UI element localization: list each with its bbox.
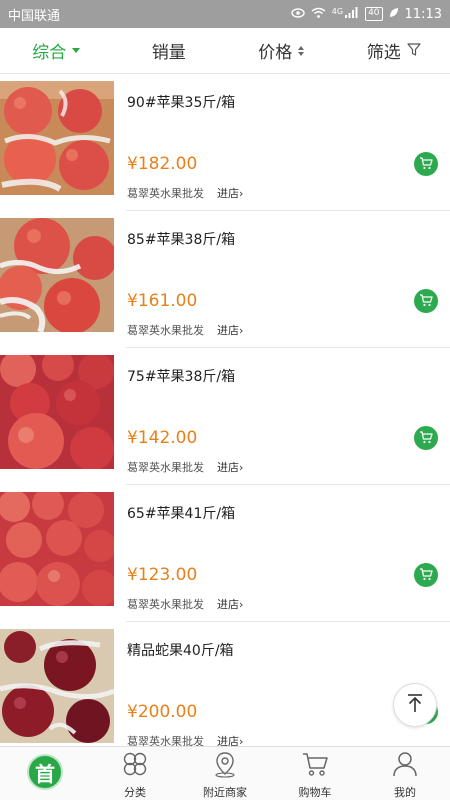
- network-type: 4G: [331, 6, 344, 16]
- nav-nearby-merchants[interactable]: 附近商家: [180, 747, 270, 800]
- product-title[interactable]: 精品蛇果40斤/箱: [127, 640, 234, 660]
- product-item[interactable]: 精品蛇果40斤/箱 ¥200.00 葛翠英水果批发 进店›: [0, 622, 450, 746]
- product-image-apple[interactable]: [0, 492, 114, 606]
- add-to-cart-button[interactable]: [414, 563, 438, 587]
- nav-mine[interactable]: 我的: [360, 747, 450, 800]
- tab-comprehensive[interactable]: 综合: [0, 38, 113, 63]
- nav-cart-label: 购物车: [298, 786, 332, 799]
- enter-shop-link[interactable]: 进店›: [217, 185, 243, 201]
- enter-shop-label: 进店: [217, 461, 239, 474]
- location-pin-icon: [211, 750, 239, 782]
- shop-name: 葛翠英水果批发: [127, 187, 204, 200]
- enter-shop-link[interactable]: 进店›: [217, 322, 243, 338]
- nav-home[interactable]: 首: [0, 747, 90, 800]
- wifi-icon: [311, 7, 326, 21]
- product-price: ¥200.00: [127, 702, 198, 722]
- chevron-right-icon: ›: [239, 324, 244, 337]
- product-title[interactable]: 75#苹果38斤/箱: [127, 366, 235, 386]
- clock: 11:13: [404, 6, 442, 22]
- tab-price-label: 价格: [258, 43, 293, 63]
- shop-name: 葛翠英水果批发: [127, 598, 204, 611]
- eye-icon: [291, 7, 305, 21]
- chevron-right-icon: ›: [239, 187, 244, 200]
- product-title[interactable]: 90#苹果35斤/箱: [127, 92, 235, 112]
- product-item[interactable]: 65#苹果41斤/箱 ¥123.00 葛翠英水果批发 进店›: [0, 485, 450, 622]
- enter-shop-label: 进店: [217, 324, 239, 337]
- sort-arrows-icon: [298, 45, 305, 56]
- product-item[interactable]: 90#苹果35斤/箱 ¥182.00 葛翠英水果批发 进店›: [0, 74, 450, 211]
- chevron-right-icon: ›: [239, 461, 244, 474]
- cart-icon: [419, 292, 433, 311]
- add-to-cart-button[interactable]: [414, 426, 438, 450]
- bottom-nav: 首 分类 附近商家 购物车 我的: [0, 746, 450, 800]
- chevron-right-icon: ›: [239, 735, 244, 746]
- product-image-apple[interactable]: [0, 355, 114, 469]
- product-image-red-delicious[interactable]: [0, 629, 114, 743]
- tab-filter[interactable]: 筛选: [338, 38, 450, 63]
- product-price: ¥182.00: [127, 154, 198, 174]
- shop-name: 葛翠英水果批发: [127, 461, 204, 474]
- product-title[interactable]: 65#苹果41斤/箱: [127, 503, 235, 523]
- nav-mine-label: 我的: [394, 786, 416, 799]
- cart-icon: [419, 429, 433, 448]
- status-bar: 中国联通 4G 40 11:13: [0, 0, 450, 28]
- product-title[interactable]: 85#苹果38斤/箱: [127, 229, 235, 249]
- product-price: ¥123.00: [127, 565, 198, 585]
- nav-category-label: 分类: [124, 786, 146, 799]
- cart-icon: [419, 155, 433, 174]
- tab-filter-label: 筛选: [366, 43, 401, 63]
- enter-shop-label: 进店: [217, 735, 239, 746]
- product-image-apple[interactable]: [0, 81, 114, 195]
- product-price: ¥142.00: [127, 428, 198, 448]
- product-image-apple[interactable]: [0, 218, 114, 332]
- chevron-right-icon: ›: [239, 598, 244, 611]
- tab-comprehensive-label: 综合: [32, 43, 67, 63]
- system-icons: 4G 40 11:13: [291, 7, 442, 22]
- enter-shop-label: 进店: [217, 187, 239, 200]
- filter-bar: 综合 销量 价格 筛选: [0, 28, 450, 74]
- user-icon: [391, 750, 419, 782]
- back-to-top-button[interactable]: [393, 683, 437, 727]
- funnel-icon: [407, 41, 421, 61]
- enter-shop-link[interactable]: 进店›: [217, 459, 243, 475]
- nav-cart[interactable]: 购物车: [270, 747, 360, 800]
- product-item[interactable]: 85#苹果38斤/箱 ¥161.00 葛翠英水果批发 进店›: [0, 211, 450, 348]
- cart-icon: [301, 750, 329, 782]
- product-item[interactable]: 75#苹果38斤/箱 ¥142.00 葛翠英水果批发 进店›: [0, 348, 450, 485]
- leaf-icon: [389, 7, 399, 21]
- product-list: 90#苹果35斤/箱 ¥182.00 葛翠英水果批发 进店› 85#苹果38斤/…: [0, 74, 450, 746]
- enter-shop-label: 进店: [217, 598, 239, 611]
- arrow-up-icon: [406, 693, 424, 717]
- tab-price[interactable]: 价格: [225, 38, 338, 63]
- shop-name: 葛翠英水果批发: [127, 324, 204, 337]
- category-icon: [121, 750, 149, 782]
- tab-sales-label: 销量: [151, 43, 186, 63]
- add-to-cart-button[interactable]: [414, 152, 438, 176]
- signal-icon: [345, 7, 359, 21]
- triangle-down-icon: [72, 48, 81, 53]
- add-to-cart-button[interactable]: [414, 289, 438, 313]
- enter-shop-link[interactable]: 进店›: [217, 733, 243, 746]
- carrier-name: 中国联通: [8, 8, 61, 24]
- nav-category[interactable]: 分类: [90, 747, 180, 800]
- battery-indicator: 40: [365, 7, 383, 21]
- home-logo-icon: 首: [27, 754, 63, 790]
- tab-sales[interactable]: 销量: [113, 38, 226, 63]
- shop-name: 葛翠英水果批发: [127, 735, 204, 746]
- nav-nearby-label: 附近商家: [203, 786, 247, 799]
- cart-icon: [419, 566, 433, 585]
- product-price: ¥161.00: [127, 291, 198, 311]
- enter-shop-link[interactable]: 进店›: [217, 596, 243, 612]
